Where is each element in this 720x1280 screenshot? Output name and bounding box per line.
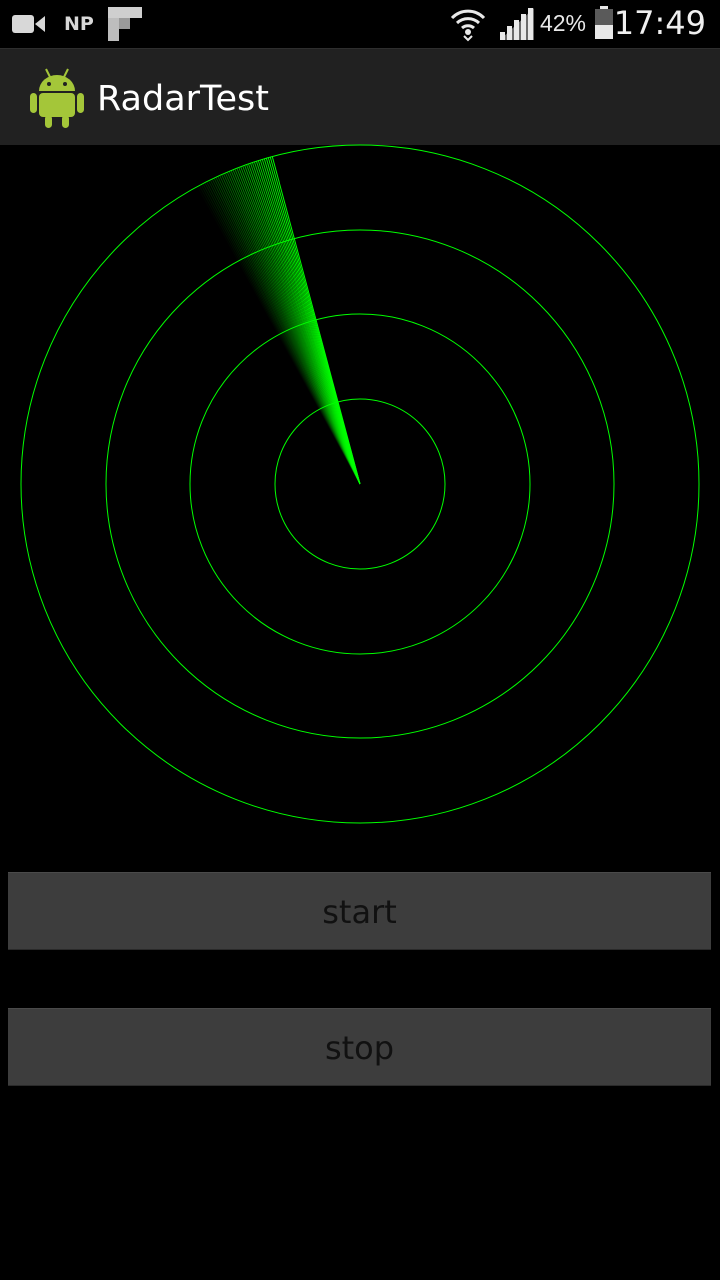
video-camera-icon — [12, 15, 45, 33]
battery-percent: 42% — [539, 10, 586, 36]
action-bar: RadarTest — [0, 48, 720, 145]
battery-icon — [595, 6, 613, 39]
app-title: RadarTest — [97, 79, 269, 119]
radar-canvas — [20, 144, 700, 824]
clock: 17:49 — [613, 4, 706, 42]
flipboard-icon — [108, 7, 142, 41]
status-bar: NP 42% 17:49 — [0, 0, 720, 48]
start-button[interactable]: start — [8, 872, 711, 950]
radar-view — [0, 144, 720, 844]
radar-sweep — [198, 156, 361, 485]
signal-icon — [500, 8, 534, 40]
android-robot-icon — [30, 68, 84, 128]
np-indicator: NP — [64, 13, 94, 35]
stop-button[interactable]: stop — [8, 1008, 711, 1086]
wifi-icon — [450, 9, 486, 42]
